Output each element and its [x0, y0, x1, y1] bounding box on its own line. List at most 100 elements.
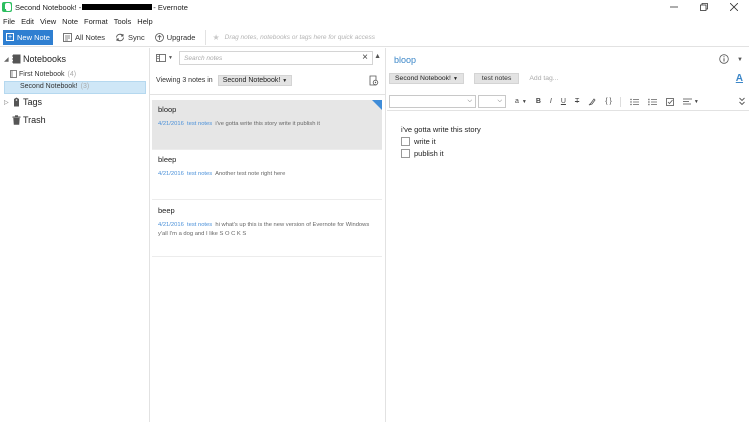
note-body-line: i've gotta write this story: [401, 123, 481, 135]
chevron-down-icon: ⌵: [497, 98, 502, 104]
align-button[interactable]: ▼: [682, 98, 699, 106]
menu-format[interactable]: Format: [84, 17, 108, 26]
checkbox-button[interactable]: [665, 97, 674, 106]
quick-access-placeholder: Drag notes, notebooks or tags here for q…: [224, 33, 375, 41]
align-left-icon: [682, 98, 692, 104]
menu-help[interactable]: Help: [137, 17, 152, 26]
font-size-select[interactable]: ⌵: [478, 95, 506, 108]
collapse-up-icon[interactable]: ▲: [374, 53, 381, 60]
minimize-button[interactable]: [659, 0, 689, 14]
note-body-text: i've gotta write this story: [401, 124, 481, 134]
note-body[interactable]: i've gotta write this story write it pub…: [401, 123, 481, 159]
info-icon: [719, 54, 729, 64]
note-info-button[interactable]: [719, 54, 729, 66]
font-color-icon[interactable]: A: [736, 73, 743, 84]
note-date: 4/21/2016: [158, 222, 184, 228]
notebook-settings-icon: [369, 75, 379, 86]
chevron-down-icon: ▼: [693, 98, 699, 105]
menu-file[interactable]: File: [3, 17, 15, 26]
minimize-icon: [670, 6, 678, 8]
notebook-filter-label: Second Notebook!: [222, 77, 281, 84]
note-title: beep: [158, 206, 175, 215]
menu-bar: File Edit View Note Format Tools Help: [0, 15, 159, 27]
notebook-name: First Notebook: [19, 70, 65, 78]
toolbar-separator: [205, 29, 207, 45]
checklist-checkbox[interactable]: [401, 148, 410, 158]
quick-access-bar[interactable]: ★ Drag notes, notebooks or tags here for…: [212, 33, 374, 42]
note-snippet: 4/21/2016 test notes hi what's up this i…: [158, 221, 370, 239]
upgrade-label: Upgrade: [166, 32, 196, 42]
new-note-button[interactable]: + New Note: [3, 29, 53, 45]
chevron-down-icon: ▼: [168, 55, 173, 61]
strikethrough-icon: T: [574, 98, 580, 105]
note-card-bleep[interactable]: bleep 4/21/2016 test notes Another test …: [152, 150, 382, 200]
note-tag: test notes: [187, 171, 213, 177]
all-notes-button[interactable]: All Notes: [63, 33, 105, 42]
search-input[interactable]: Search notes ×: [179, 51, 373, 65]
window-title: Second Notebook! - - Evernote: [15, 3, 188, 12]
note-card-bloop[interactable]: bloop 4/21/2016 test notes i've gotta wr…: [152, 100, 382, 150]
notebook-shortcut-button[interactable]: [368, 75, 379, 88]
notebook-filter-dropdown[interactable]: Second Notebook! ▼: [217, 75, 293, 86]
text-color-button[interactable]: a ▼: [515, 98, 527, 105]
evernote-logo-icon: [2, 2, 12, 12]
add-tag-input[interactable]: Add tag...: [529, 75, 558, 82]
code-block-button[interactable]: { }: [605, 98, 612, 105]
format-toolbar: ⌵ ⌵ a ▼ B I U T { } ▼: [389, 94, 747, 109]
numbered-list-icon: [648, 98, 657, 105]
italic-button[interactable]: I: [550, 98, 552, 105]
menu-edit[interactable]: Edit: [21, 17, 34, 26]
bold-icon: B: [535, 98, 541, 105]
menu-tools[interactable]: Tools: [114, 17, 132, 26]
note-title: bleep: [158, 155, 177, 164]
viewing-count-text: Viewing 3 notes in: [156, 77, 213, 84]
more-format-button[interactable]: [739, 97, 745, 106]
view-options-button[interactable]: ▼: [156, 54, 173, 62]
note-card-beep[interactable]: beep 4/21/2016 test notes hi what's up t…: [152, 201, 382, 257]
numbered-list-button[interactable]: [648, 98, 657, 106]
sidebar-notebooks-header[interactable]: ◢ Notebooks: [4, 54, 66, 64]
clear-search-icon[interactable]: ×: [362, 52, 368, 63]
bold-button[interactable]: B: [536, 98, 541, 105]
redacted-bar: [82, 4, 153, 10]
sidebar-item-trash[interactable]: Trash: [12, 115, 46, 125]
checklist-item: publish it: [401, 147, 481, 159]
checklist-checkbox[interactable]: [401, 136, 410, 146]
format-separator: [619, 96, 621, 107]
note-meta-bar: Second Notebook! ▼ test notes Add tag...: [389, 73, 558, 84]
sidebar-tags-header[interactable]: ▷ Tags: [4, 97, 42, 107]
note-snippet-text: i've gotta write this story write it pub…: [215, 121, 320, 127]
chevron-down-icon: ⌵: [467, 98, 472, 104]
highlight-button[interactable]: [588, 97, 596, 106]
sidebar-item-second-notebook[interactable]: Second Notebook! (3): [18, 83, 89, 90]
note-notebook-dropdown[interactable]: Second Notebook! ▼: [389, 73, 464, 84]
chevron-down-icon: ▼: [452, 76, 458, 82]
sync-button[interactable]: Sync: [115, 33, 145, 42]
upgrade-button[interactable]: Upgrade: [154, 32, 196, 42]
note-editor: bloop ▼ Second Notebook! ▼ test notes Add…: [387, 48, 749, 422]
note-list-panel: ▼ Search notes × ▲ Viewing 3 notes in Se…: [150, 48, 386, 422]
text-color-icon: a: [515, 98, 519, 105]
sidebar-item-first-notebook[interactable]: First Notebook (4): [10, 70, 76, 78]
close-button[interactable]: [719, 0, 749, 14]
font-family-select[interactable]: ⌵: [389, 95, 476, 108]
double-chevron-down-icon: [739, 97, 745, 106]
search-placeholder: Search notes: [184, 54, 223, 62]
title-bar: Second Notebook! - - Evernote: [0, 0, 749, 14]
window-controls: [659, 0, 749, 14]
strikethrough-button[interactable]: T: [575, 98, 579, 105]
note-tag-chip[interactable]: test notes: [473, 73, 520, 84]
more-options-icon[interactable]: ▼: [737, 57, 743, 63]
note-tag: test notes: [187, 121, 213, 127]
bulleted-list-button[interactable]: [630, 98, 639, 106]
bulleted-list-icon: [630, 98, 639, 105]
restore-button[interactable]: [689, 0, 719, 14]
expand-down-icon[interactable]: ◢: [4, 56, 12, 63]
underline-button[interactable]: U: [561, 98, 566, 105]
menu-view[interactable]: View: [40, 17, 56, 26]
trash-label: Trash: [23, 115, 46, 125]
note-title-field[interactable]: bloop: [394, 55, 416, 65]
italic-icon: I: [549, 98, 552, 105]
expand-right-icon[interactable]: ▷: [4, 99, 12, 106]
menu-note[interactable]: Note: [62, 17, 78, 26]
